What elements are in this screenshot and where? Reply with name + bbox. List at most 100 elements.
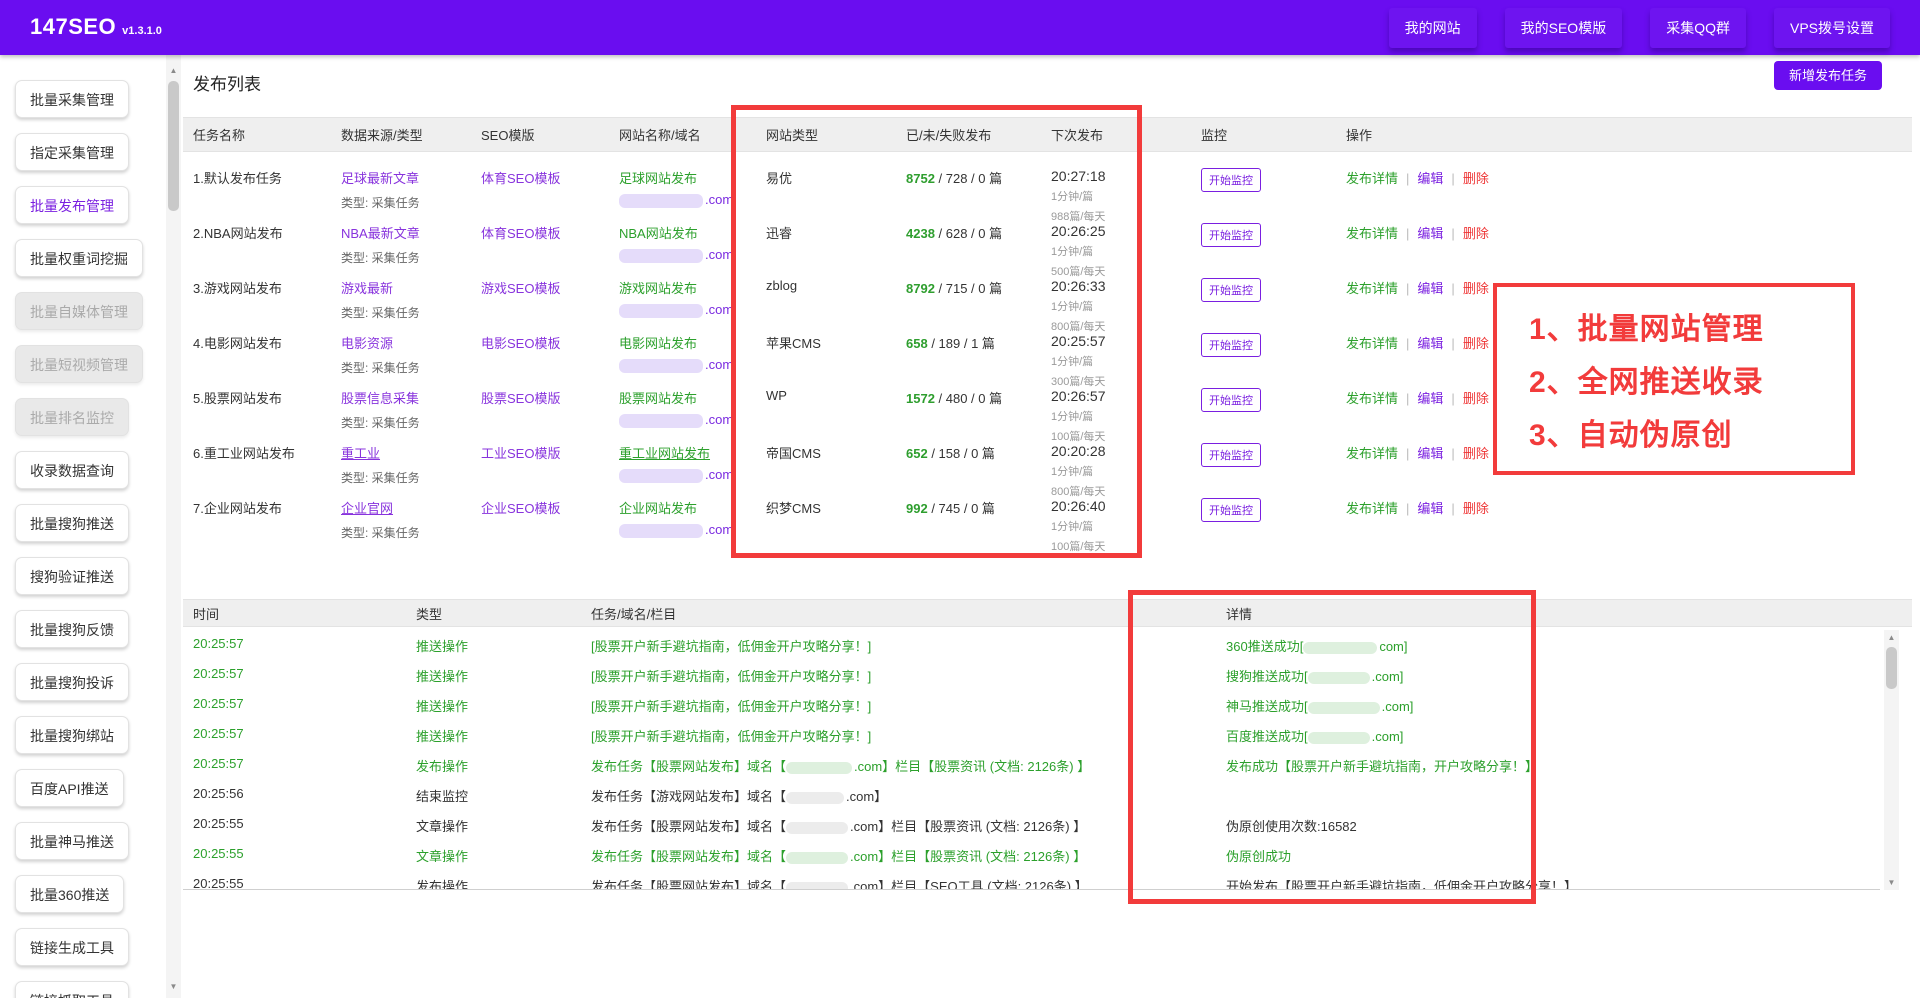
seo-template-link[interactable]: 企业SEO模板 xyxy=(481,498,619,517)
action-delete[interactable]: 删除 xyxy=(1463,501,1489,516)
sidebar-item[interactable]: 指定采集管理 xyxy=(15,133,129,171)
domain-redacted xyxy=(619,359,703,373)
seo-template-link[interactable]: 电影SEO模板 xyxy=(481,333,619,352)
start-monitor-button[interactable]: 开始监控 xyxy=(1201,333,1261,357)
column-header: 任务名称 xyxy=(193,125,341,144)
log-text: .com】 xyxy=(846,789,887,804)
scroll-up-icon[interactable]: ▲ xyxy=(1884,630,1899,645)
action-delete[interactable]: 删除 xyxy=(1463,226,1489,241)
next-publish-time: 20:25:57 xyxy=(1051,333,1201,349)
log-type: 推送操作 xyxy=(416,696,591,717)
start-monitor-button[interactable]: 开始监控 xyxy=(1201,223,1261,247)
action-publish-details[interactable]: 发布详情 xyxy=(1346,446,1398,461)
redacted-text xyxy=(1308,732,1370,744)
source-link[interactable]: NBA最新文章 xyxy=(341,223,481,242)
log-scrollbar[interactable]: ▲ ▼ xyxy=(1884,630,1899,890)
scroll-down-icon[interactable]: ▼ xyxy=(166,979,181,994)
action-publish-details[interactable]: 发布详情 xyxy=(1346,226,1398,241)
log-table-header: 时间类型任务/域名/栏目详情 xyxy=(183,599,1912,627)
sidebar-item[interactable]: 批量搜狗反馈 xyxy=(15,610,129,648)
action-delete[interactable]: 删除 xyxy=(1463,336,1489,351)
source-link[interactable]: 企业官网 xyxy=(341,498,481,517)
action-delete[interactable]: 删除 xyxy=(1463,171,1489,186)
log-text: .com] xyxy=(1372,729,1404,744)
start-monitor-button[interactable]: 开始监控 xyxy=(1201,498,1261,522)
sidebar-item[interactable]: 批量360推送 xyxy=(15,875,124,913)
log-scrollbar-thumb[interactable] xyxy=(1886,647,1897,689)
log-row: 20:25:57推送操作[股票开户新手避坑指南，低佣金开户攻略分享！]搜狗推送成… xyxy=(183,657,1880,687)
source-link[interactable]: 重工业 xyxy=(341,443,481,462)
seo-template-link[interactable]: 体育SEO模板 xyxy=(481,168,619,187)
log-text: 搜狗推送成功[ xyxy=(1226,669,1308,684)
next-publish-time: 20:26:40 xyxy=(1051,498,1201,514)
scroll-up-icon[interactable]: ▲ xyxy=(166,63,181,78)
action-publish-details[interactable]: 发布详情 xyxy=(1346,171,1398,186)
site-domain: .com xyxy=(619,412,766,428)
start-monitor-button[interactable]: 开始监控 xyxy=(1201,443,1261,467)
actions-cell: 发布详情|编辑|删除 xyxy=(1346,278,1912,297)
seo-template-link[interactable]: 游戏SEO模板 xyxy=(481,278,619,297)
sidebar-item[interactable]: 链接生成工具 xyxy=(15,928,129,966)
sidebar-item: 批量自媒体管理 xyxy=(15,292,143,330)
redacted-text xyxy=(786,792,844,804)
action-edit[interactable]: 编辑 xyxy=(1417,226,1443,241)
sidebar-item[interactable]: 百度API推送 xyxy=(15,769,124,807)
add-publish-task-button[interactable]: 新增发布任务 xyxy=(1774,61,1882,90)
action-publish-details[interactable]: 发布详情 xyxy=(1346,281,1398,296)
action-edit[interactable]: 编辑 xyxy=(1417,391,1443,406)
sidebar-scrollbar-thumb[interactable] xyxy=(168,81,179,211)
sidebar-item[interactable]: 批量采集管理 xyxy=(15,80,129,118)
nav-item-我的网站[interactable]: 我的网站 xyxy=(1389,8,1477,48)
action-edit[interactable]: 编辑 xyxy=(1417,281,1443,296)
column-header: 类型 xyxy=(416,604,591,623)
seo-template-link[interactable]: 体育SEO模板 xyxy=(481,223,619,242)
action-delete[interactable]: 删除 xyxy=(1463,446,1489,461)
sidebar-item[interactable]: 批量发布管理 xyxy=(15,186,129,224)
seo-template-link[interactable]: 股票SEO模版 xyxy=(481,388,619,407)
site-domain: .com xyxy=(619,247,766,263)
start-monitor-button[interactable]: 开始监控 xyxy=(1201,388,1261,412)
sidebar-item[interactable]: 链接抓取工具 xyxy=(15,981,129,998)
source-link[interactable]: 足球最新文章 xyxy=(341,168,481,187)
action-edit[interactable]: 编辑 xyxy=(1417,501,1443,516)
separator: | xyxy=(1451,501,1454,516)
action-publish-details[interactable]: 发布详情 xyxy=(1346,501,1398,516)
nav-item-采集QQ群[interactable]: 采集QQ群 xyxy=(1650,8,1746,48)
daily-limit: 300篇/每天 xyxy=(1051,373,1201,389)
nav-item-我的SEO模版[interactable]: 我的SEO模版 xyxy=(1505,8,1623,48)
sidebar-item[interactable]: 搜狗验证推送 xyxy=(15,557,129,595)
pending-failed-count: / 745 / 0 篇 xyxy=(928,501,995,516)
log-detail: 神马推送成功[.com] xyxy=(1226,696,1880,717)
action-delete[interactable]: 删除 xyxy=(1463,281,1489,296)
start-monitor-button[interactable]: 开始监控 xyxy=(1201,278,1261,302)
source-link[interactable]: 股票信息采集 xyxy=(341,388,481,407)
top-bar: 147SEO v1.3.1.0 我的网站我的SEO模版采集QQ群 VPS拨号设置 xyxy=(0,0,1920,55)
action-edit[interactable]: 编辑 xyxy=(1417,446,1443,461)
seo-template-link[interactable]: 工业SEO模版 xyxy=(481,443,619,462)
nav-item-VPS拨号设置[interactable]: VPS拨号设置 xyxy=(1774,8,1890,48)
source-link[interactable]: 游戏最新 xyxy=(341,278,481,297)
daily-limit: 800篇/每天 xyxy=(1051,483,1201,499)
sidebar-item[interactable]: 批量搜狗投诉 xyxy=(15,663,129,701)
action-publish-details[interactable]: 发布详情 xyxy=(1346,336,1398,351)
source-link[interactable]: 电影资源 xyxy=(341,333,481,352)
action-edit[interactable]: 编辑 xyxy=(1417,171,1443,186)
sidebar-item[interactable]: 批量搜狗绑站 xyxy=(15,716,129,754)
sidebar-item[interactable]: 批量神马推送 xyxy=(15,822,129,860)
monitor-cell: 开始监控 xyxy=(1201,278,1346,302)
log-row: 20:25:57发布操作发布任务【股票网站发布】域名【.com】栏目【股票资讯 … xyxy=(183,747,1880,777)
scroll-down-icon[interactable]: ▼ xyxy=(1884,875,1899,890)
brand: 147SEO v1.3.1.0 xyxy=(30,14,162,40)
log-time: 20:25:55 xyxy=(193,816,416,837)
action-delete[interactable]: 删除 xyxy=(1463,391,1489,406)
sidebar-item[interactable]: 批量权重词挖掘 xyxy=(15,239,143,277)
log-type: 发布操作 xyxy=(416,876,591,890)
sidebar-item[interactable]: 批量搜狗推送 xyxy=(15,504,129,542)
column-header: 下次发布 xyxy=(1051,125,1201,144)
sidebar-scrollbar[interactable]: ▲ ▼ xyxy=(166,55,181,998)
sidebar-item[interactable]: 收录数据查询 xyxy=(15,451,129,489)
action-edit[interactable]: 编辑 xyxy=(1417,336,1443,351)
start-monitor-button[interactable]: 开始监控 xyxy=(1201,168,1261,192)
column-header: 数据来源/类型 xyxy=(341,125,481,144)
action-publish-details[interactable]: 发布详情 xyxy=(1346,391,1398,406)
